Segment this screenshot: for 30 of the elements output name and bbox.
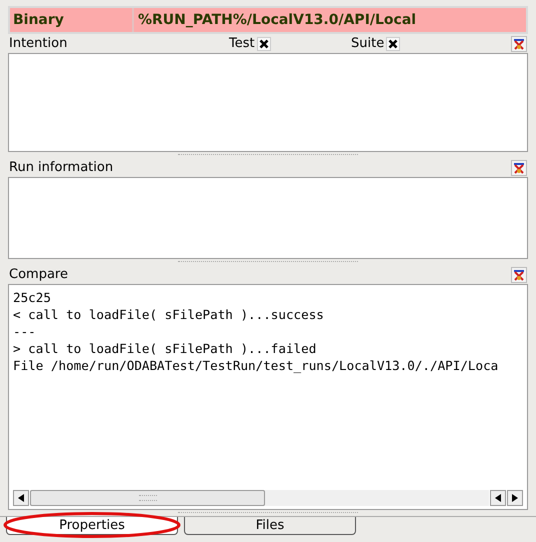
checkbox[interactable] [386,36,400,50]
close-panel-icon[interactable] [511,36,527,52]
panel-title: Run information [9,158,114,177]
close-panel-icon[interactable] [511,160,527,176]
binary-label: Binary [12,10,65,30]
output-line: 25c25 [13,289,52,306]
splitter-handle[interactable] [178,152,358,158]
binary-path: %RUN_PATH%/LocalV13.0/API/Local [132,8,416,32]
scroll-left-button[interactable] [490,490,506,506]
panel-title: Intention [9,34,68,53]
checkbox-label: Suite [351,34,384,53]
scroll-right-button[interactable] [507,490,523,506]
checkbox[interactable] [256,36,271,50]
checkbox-label: Test [229,34,255,53]
horizontal-scrollbar[interactable] [30,490,489,506]
splitter-handle[interactable] [178,510,358,516]
tab[interactable]: Files [184,517,356,535]
output-line: File /home/run/ODABATest/TestRun/test_runs/LocalV13.0/./API/Loca [13,357,500,374]
left-arrow-icon [18,494,24,502]
close-panel-icon[interactable] [511,266,527,282]
output-line: > call to loadFile( sFilePath )...failed [13,340,318,357]
splitter-handle[interactable] [178,259,358,265]
left-arrow-icon [495,494,501,502]
output-line: --- [13,323,37,340]
compare-output[interactable]: 25c25 < call to loadFile( sFilePath )...success --- > call to loadFile( sFilePath )...failed File /home/run/ODABATest/TestRun/test_runs/LocalV13.0/./API/Loca [8,284,528,510]
right-arrow-icon [512,494,518,502]
output-line: < call to loadFile( sFilePath )...success [13,306,325,323]
scroll-left-button[interactable] [13,490,29,506]
scrollbar-thumb[interactable] [30,490,265,506]
panel-title: Compare [9,266,69,284]
